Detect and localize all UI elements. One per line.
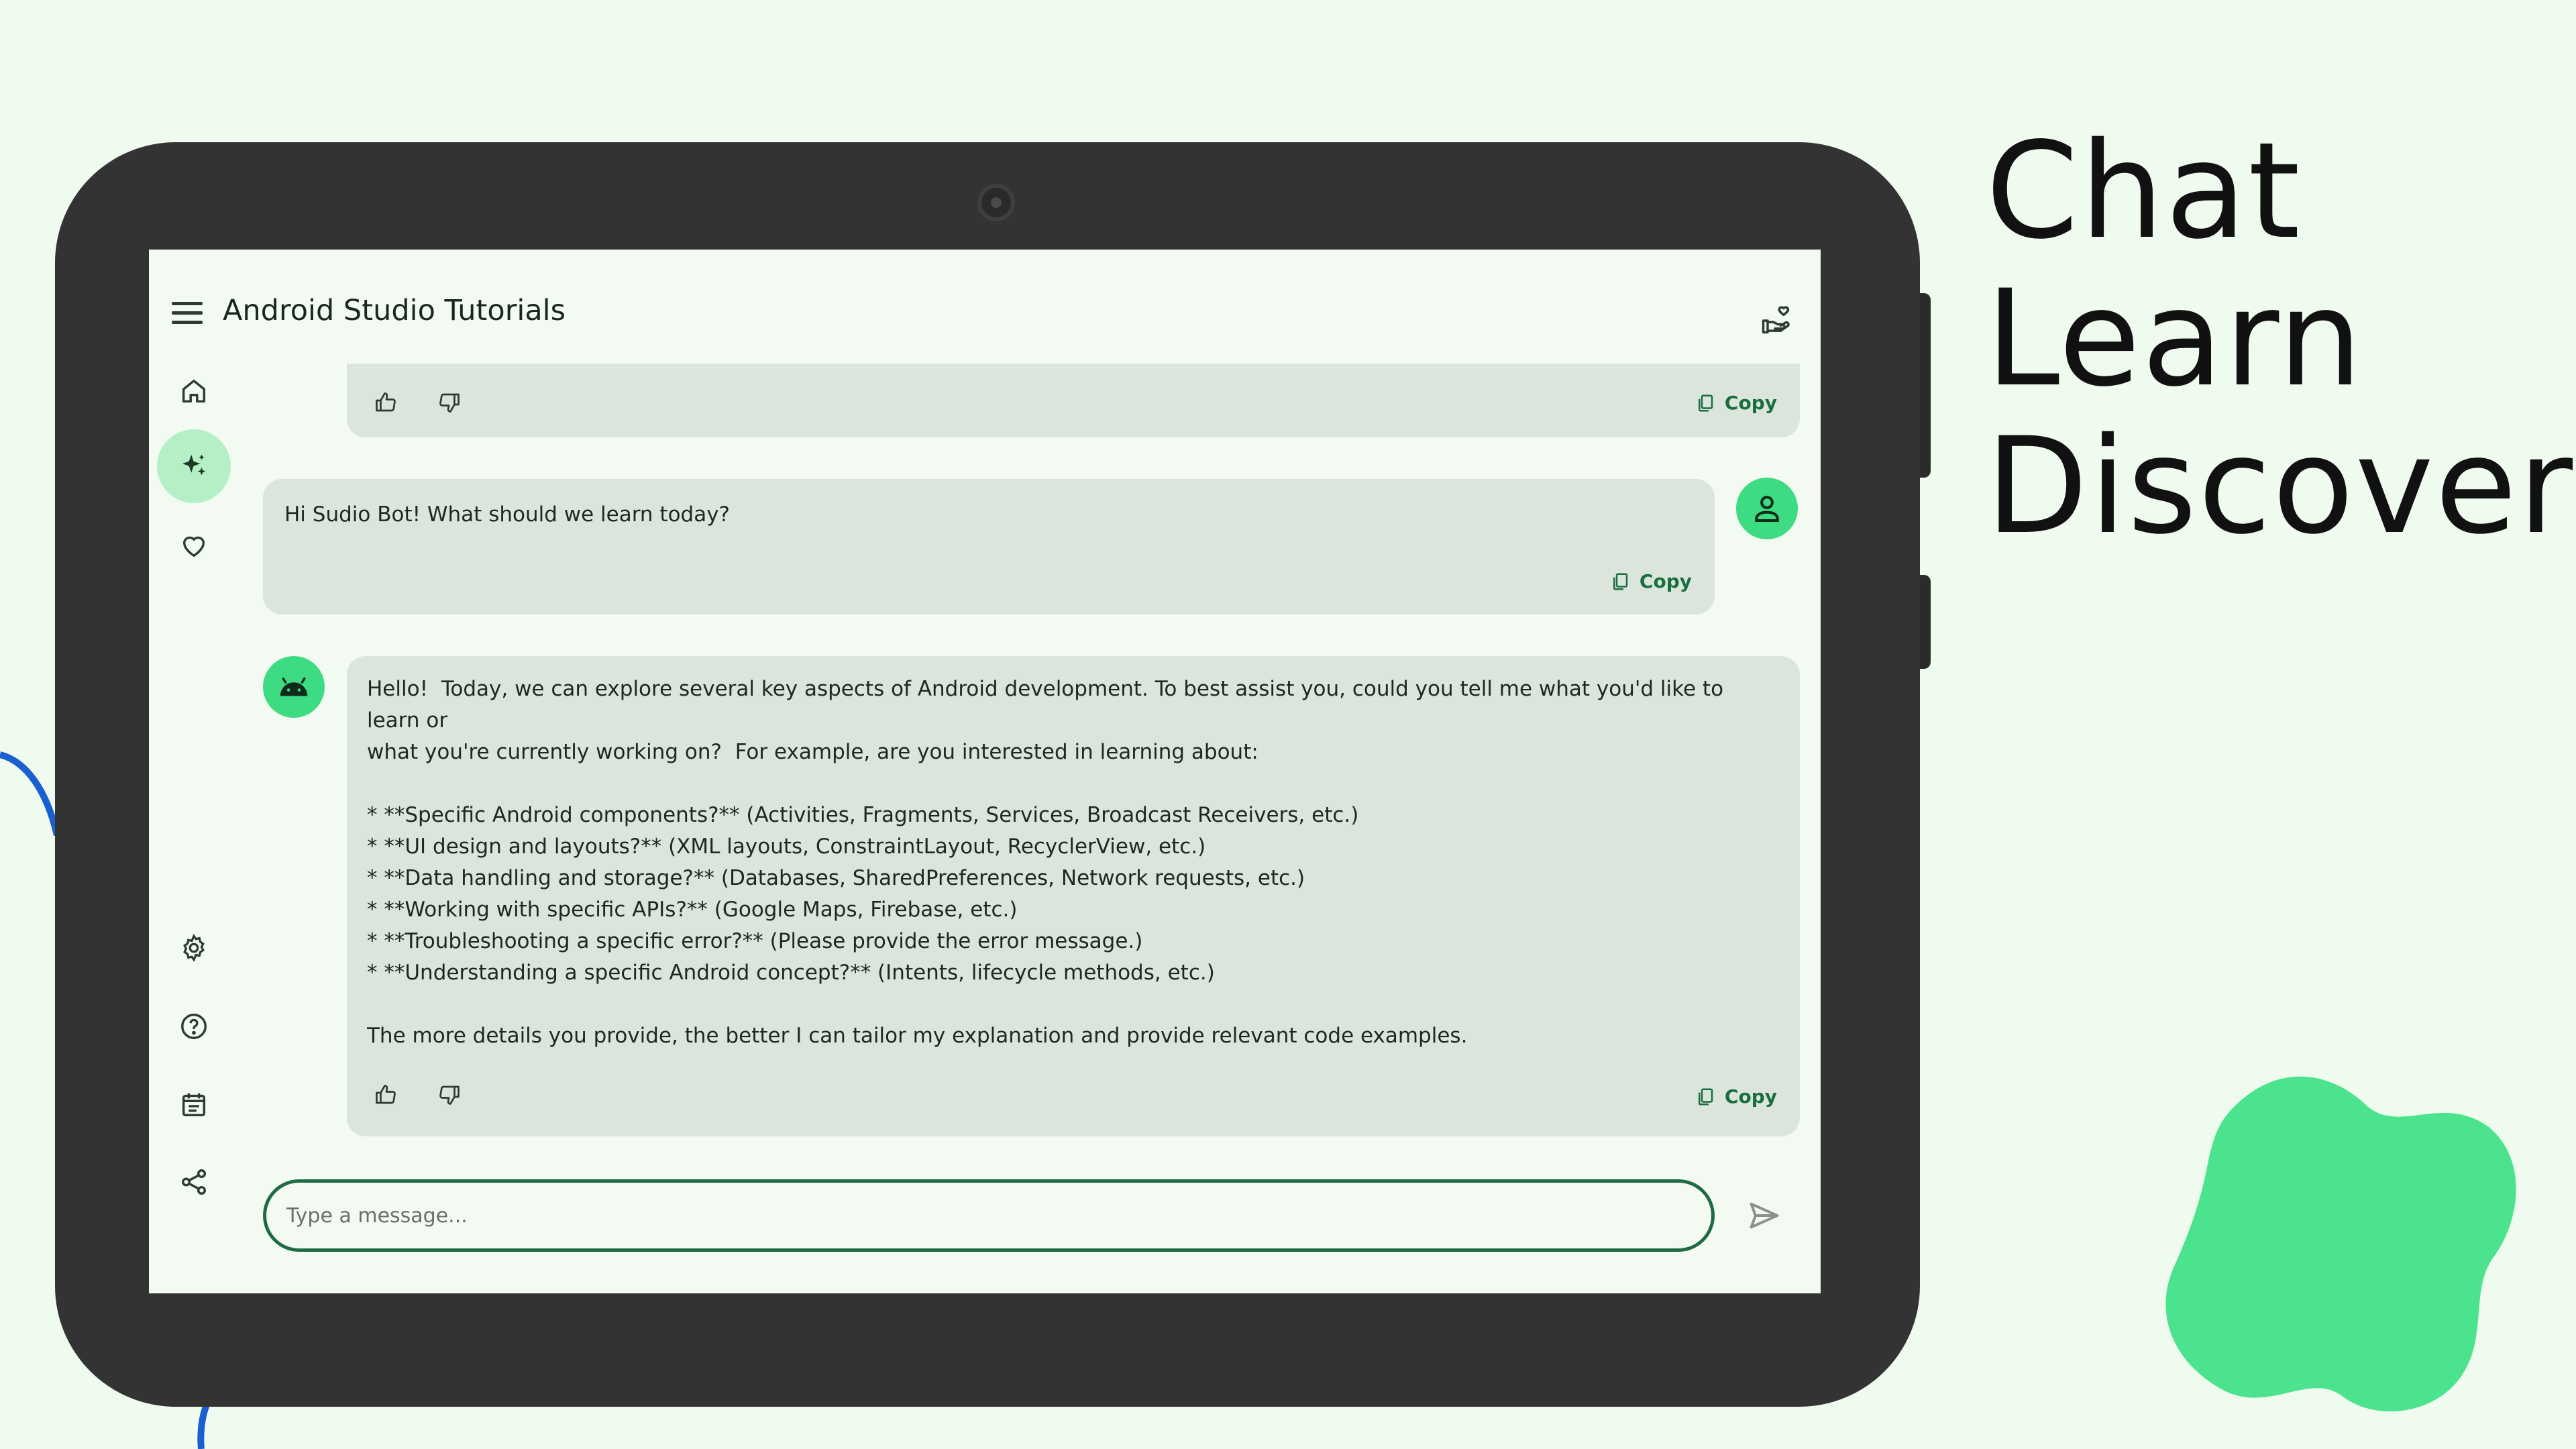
tablet-frame: Android Studio Tutorials Copy Hi Sudio B… bbox=[55, 142, 1931, 1407]
rail-item-calendar[interactable] bbox=[157, 1068, 231, 1142]
tagline-discover: Discover bbox=[1986, 409, 2575, 564]
copy-icon bbox=[1613, 573, 1628, 590]
send-icon bbox=[1750, 1202, 1779, 1229]
tagline: Chat Learn Discover bbox=[1986, 117, 2574, 560]
menu-icon[interactable] bbox=[172, 302, 203, 326]
bot-message-card: Hello! Today, we can explore several key… bbox=[347, 656, 1800, 1136]
sparkle-icon bbox=[182, 454, 206, 476]
copy-icon bbox=[1698, 394, 1713, 411]
top-app-bar: Android Studio Tutorials bbox=[149, 250, 1821, 364]
copy-label: Copy bbox=[1639, 570, 1692, 592]
heart-icon bbox=[182, 536, 205, 557]
decorative-blob bbox=[2165, 1076, 2516, 1411]
copy-label: Copy bbox=[1724, 392, 1777, 414]
user-message-text: Hi Sudio Bot! What should we learn today… bbox=[284, 502, 731, 527]
thumbs-down-icon bbox=[439, 1085, 460, 1105]
thumbs-up-button[interactable] bbox=[374, 390, 398, 415]
copy-icon bbox=[1698, 1088, 1713, 1105]
rail-item-favorites[interactable] bbox=[157, 508, 231, 582]
tagline-learn: Learn bbox=[1986, 261, 2364, 416]
thumbs-up-icon bbox=[376, 1085, 396, 1104]
calendar-icon bbox=[182, 1093, 206, 1117]
thumbs-down-button[interactable] bbox=[437, 390, 462, 415]
thumbs-down-icon bbox=[439, 393, 460, 413]
home-icon bbox=[182, 379, 206, 403]
bot-avatar bbox=[263, 656, 325, 718]
bot-message-text: Hello! Today, we can explore several key… bbox=[367, 677, 1724, 1048]
help-icon bbox=[181, 1014, 207, 1039]
bot-message-card: Copy bbox=[347, 364, 1800, 437]
thumbs-up-button[interactable] bbox=[374, 1083, 398, 1107]
message-input[interactable] bbox=[266, 1183, 1711, 1248]
rail-item-help[interactable] bbox=[157, 989, 231, 1063]
copy-button[interactable]: Copy bbox=[1695, 392, 1777, 414]
copy-button[interactable]: Copy bbox=[1695, 1085, 1777, 1108]
app-title: Android Studio Tutorials bbox=[223, 294, 566, 327]
user-avatar bbox=[1736, 478, 1798, 539]
app-screen: Android Studio Tutorials Copy Hi Sudio B… bbox=[149, 250, 1821, 1293]
person-icon bbox=[1755, 496, 1779, 523]
tablet-power-button bbox=[1920, 575, 1931, 669]
share-icon bbox=[181, 1169, 207, 1195]
thumbs-down-button[interactable] bbox=[437, 1083, 462, 1107]
donate-icon[interactable] bbox=[1759, 303, 1794, 338]
rail-item-home[interactable] bbox=[157, 354, 231, 428]
rail-item-settings[interactable] bbox=[157, 911, 231, 985]
send-button[interactable] bbox=[1744, 1195, 1784, 1236]
user-message-card: Hi Sudio Bot! What should we learn today… bbox=[263, 479, 1715, 614]
rail-item-chat[interactable] bbox=[157, 429, 231, 503]
rail-item-share[interactable] bbox=[157, 1145, 231, 1219]
android-icon bbox=[280, 677, 308, 696]
message-input-container bbox=[263, 1179, 1715, 1252]
tablet-volume-button bbox=[1920, 293, 1931, 478]
copy-button[interactable]: Copy bbox=[1610, 570, 1692, 592]
settings-icon bbox=[183, 934, 205, 962]
thumbs-up-icon bbox=[376, 392, 396, 412]
copy-label: Copy bbox=[1724, 1085, 1777, 1108]
camera-icon bbox=[977, 184, 1015, 221]
tagline-chat: Chat bbox=[1986, 113, 2302, 268]
